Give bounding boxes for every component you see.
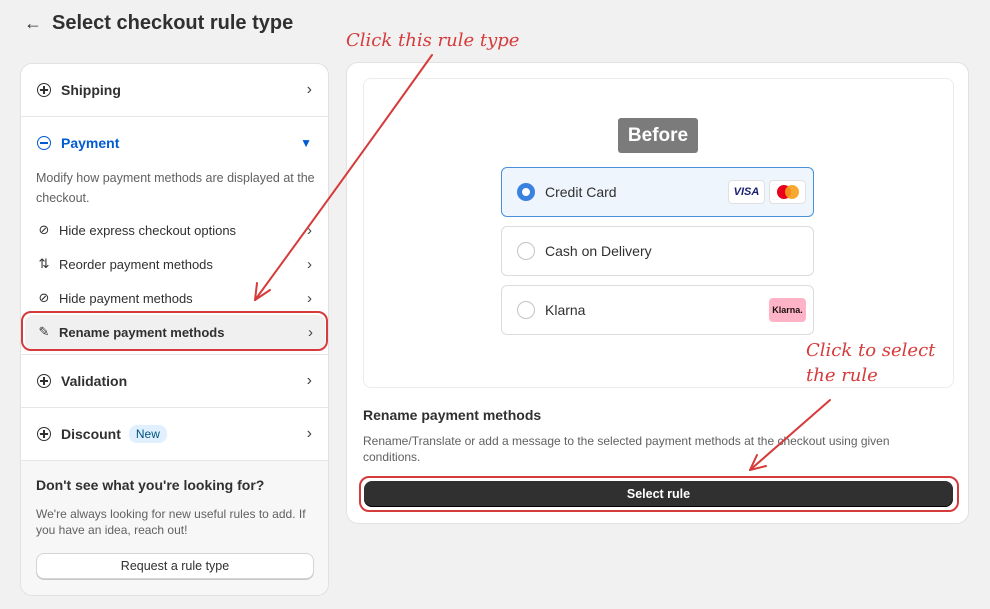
annotation-highlight-rule (21, 311, 328, 351)
chevron-right-icon: › (307, 221, 312, 239)
plus-circle-icon (37, 374, 51, 388)
mastercard-logo (769, 180, 806, 204)
payment-option-cash-on-delivery: Cash on Delivery (501, 226, 814, 276)
card-logos: VISA (728, 180, 806, 204)
chevron-right-icon: › (306, 372, 312, 389)
rule-label: Reorder payment methods (59, 256, 213, 272)
new-badge: New (128, 425, 167, 443)
section-label: Payment (61, 135, 120, 151)
page-header: ← Select checkout rule type (24, 12, 293, 35)
annotation-click-select-line2: the rule (806, 365, 878, 386)
footer-text: We're always looking for new useful rule… (36, 507, 306, 537)
request-rule-type-button[interactable]: Request a rule type (36, 553, 314, 579)
radio-unselected (517, 301, 535, 319)
before-tag: Before (618, 118, 698, 153)
eye-slash-icon: ⊘ (38, 290, 50, 305)
rule-title: Rename payment methods (363, 407, 542, 423)
option-label: Cash on Delivery (545, 243, 652, 259)
rule-label: Hide express checkout options (59, 222, 237, 238)
radio-unselected (517, 242, 535, 260)
section-label: Shipping (61, 82, 121, 98)
page-title: Select checkout rule type (52, 12, 294, 34)
eye-slash-icon: ⊘ (38, 222, 50, 237)
payment-option-klarna: Klarna Klarna. (501, 285, 814, 335)
plus-circle-icon (37, 427, 51, 441)
klarna-logo: Klarna. (769, 298, 806, 322)
rule-reorder-payment-methods[interactable]: ⇅ Reorder payment methods › (21, 247, 328, 281)
annotation-click-select-line1: Click to select (806, 340, 936, 361)
rule-hide-payment-methods[interactable]: ⊘ Hide payment methods › (21, 281, 328, 315)
chevron-down-icon: ▼ (300, 136, 312, 150)
section-label: Discount (61, 426, 121, 442)
arrows-up-down-icon: ⇅ (38, 256, 50, 271)
section-label: Validation (61, 373, 128, 389)
payment-option-credit-card: Credit Card VISA (501, 167, 814, 217)
chevron-right-icon: › (307, 289, 312, 307)
section-discount[interactable]: Discount New › (21, 408, 328, 460)
option-label: Klarna (545, 302, 586, 318)
chevron-right-icon: › (306, 425, 312, 442)
chevron-right-icon: › (306, 81, 312, 98)
minus-circle-icon (37, 136, 51, 150)
rule-detail-card: Before Credit Card VISA Cash on Delivery… (346, 62, 969, 524)
visa-logo: VISA (728, 180, 765, 204)
help-footer: Don't see what you're looking for? We're… (21, 460, 328, 595)
payment-description: Modify how payment methods are displayed… (36, 171, 315, 205)
section-validation[interactable]: Validation › (21, 355, 328, 407)
section-payment[interactable]: Payment ▼ (21, 117, 328, 169)
rule-description: Rename/Translate or add a message to the… (363, 434, 890, 464)
rule-hide-express-checkout[interactable]: ⊘ Hide express checkout options › (21, 213, 328, 247)
annotation-highlight-button (359, 476, 959, 512)
option-label: Credit Card (545, 184, 617, 200)
annotation-click-rule-type: Click this rule type (346, 30, 520, 51)
footer-title: Don't see what you're looking for? (36, 477, 265, 493)
back-arrow-icon[interactable]: ← (24, 13, 42, 34)
radio-selected (517, 183, 535, 201)
plus-circle-icon (37, 83, 51, 97)
section-shipping[interactable]: Shipping › (21, 64, 328, 116)
rule-label: Hide payment methods (59, 290, 193, 306)
chevron-right-icon: › (307, 255, 312, 273)
